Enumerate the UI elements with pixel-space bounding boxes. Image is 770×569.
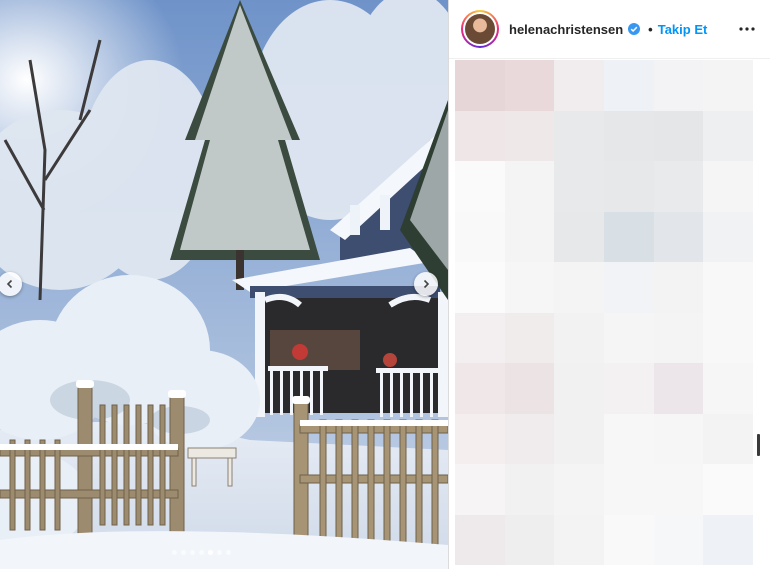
blurred-comment-block [703, 60, 753, 111]
blurred-comment-block [554, 413, 604, 464]
blurred-comment-block [653, 110, 704, 161]
blurred-comment-block [653, 262, 704, 313]
blurred-comment-block [604, 514, 654, 565]
blurred-comment-block [703, 514, 753, 565]
blurred-comment-block [604, 211, 654, 262]
blurred-comment-block [455, 363, 505, 414]
blurred-comment-block [653, 413, 704, 464]
carousel-indicator [172, 550, 231, 555]
carousel-dot [208, 550, 213, 555]
blurred-comment-block [554, 464, 604, 515]
blurred-comment-block [653, 60, 704, 111]
comments-scrollbar[interactable] [753, 60, 765, 565]
blurred-comment-block [604, 413, 654, 464]
post-side-panel: helenachristensen • Takip Et [448, 0, 770, 569]
blurred-comment-block [554, 514, 604, 565]
carousel-dot [181, 550, 186, 555]
blurred-comment-block [604, 60, 654, 111]
carousel-dot [190, 550, 195, 555]
username-link[interactable]: helenachristensen [509, 22, 623, 37]
blurred-comment-block [455, 110, 505, 161]
scrollbar-thumb[interactable] [757, 434, 760, 456]
instagram-post: helenachristensen • Takip Et [0, 0, 770, 569]
snowy-cottage-image [0, 0, 448, 569]
blurred-comment-block [504, 262, 555, 313]
blurred-comment-block [455, 161, 505, 212]
blurred-comment-block [703, 161, 753, 212]
next-photo-button[interactable] [414, 272, 438, 296]
blurred-comment-block [455, 464, 505, 515]
blurred-comment-block [604, 312, 654, 363]
blurred-comment-block [504, 464, 555, 515]
blurred-comment-block [554, 363, 604, 414]
blurred-comment-block [703, 413, 753, 464]
blurred-comment-block [653, 363, 704, 414]
blurred-comment-block [504, 60, 555, 111]
blurred-comment-block [604, 464, 654, 515]
blurred-comment-block [604, 363, 654, 414]
blurred-comment-block [554, 60, 604, 111]
chevron-left-icon [6, 279, 13, 289]
carousel-dot [172, 550, 177, 555]
more-options-button[interactable] [738, 20, 756, 38]
blurred-comment-block [504, 514, 555, 565]
blurred-comment-block [554, 211, 604, 262]
blurred-comment-block [653, 464, 704, 515]
blurred-comment-block [504, 312, 555, 363]
blurred-comment-block [554, 262, 604, 313]
post-photo[interactable] [0, 0, 448, 569]
carousel-dot [199, 550, 204, 555]
blurred-comment-block [455, 413, 505, 464]
carousel-dot [226, 550, 231, 555]
follow-button[interactable]: Takip Et [658, 22, 708, 37]
blurred-comment-block [653, 514, 704, 565]
blurred-comment-block [455, 211, 505, 262]
verified-badge-icon [628, 23, 641, 35]
carousel-dot [217, 550, 222, 555]
blurred-comment-block [604, 262, 654, 313]
blurred-comment-block [703, 211, 753, 262]
blurred-comment-block [455, 262, 505, 313]
blurred-comment-block [504, 211, 555, 262]
blurred-comment-block [703, 312, 753, 363]
blurred-comment-block [653, 312, 704, 363]
blurred-comment-block [504, 110, 555, 161]
blurred-comment-block [604, 161, 654, 212]
blurred-comment-block [504, 413, 555, 464]
post-header: helenachristensen • Takip Et [449, 0, 770, 59]
blurred-comment-block [455, 514, 505, 565]
blurred-comment-block [653, 161, 704, 212]
chevron-right-icon [423, 279, 430, 289]
blurred-comment-block [504, 363, 555, 414]
blurred-comment-block [455, 60, 505, 111]
blurred-comment-block [554, 110, 604, 161]
blurred-comment-block [703, 363, 753, 414]
separator-dot: • [648, 21, 653, 37]
story-ring[interactable] [461, 10, 499, 48]
blurred-comment-block [703, 262, 753, 313]
blurred-comment-block [504, 161, 555, 212]
blurred-comment-block [604, 110, 654, 161]
blurred-comment-block [554, 312, 604, 363]
blurred-comment-block [653, 211, 704, 262]
avatar[interactable] [465, 14, 495, 44]
more-horizontal-icon [739, 27, 755, 31]
blurred-comment-block [554, 161, 604, 212]
blurred-comment-block [703, 110, 753, 161]
pixelated-comments-area [455, 60, 753, 565]
blurred-comment-block [455, 312, 505, 363]
blurred-comment-block [703, 464, 753, 515]
